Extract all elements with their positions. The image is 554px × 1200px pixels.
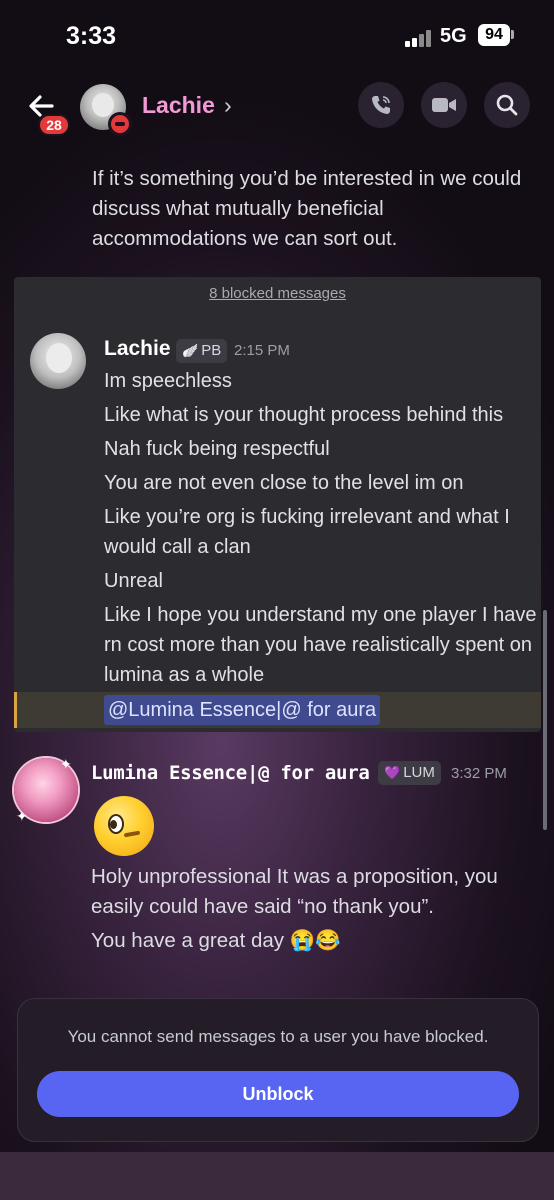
chevron-right-icon[interactable]: ›: [224, 92, 232, 119]
video-call-button[interactable]: [421, 82, 467, 128]
guild-tag[interactable]: 💜 LUM: [378, 761, 441, 785]
blocked-notice-text: You cannot send messages to a user you h…: [67, 1027, 489, 1046]
message-author[interactable]: Lachie: [104, 337, 171, 361]
video-icon: [432, 98, 456, 112]
avatar[interactable]: [30, 333, 86, 389]
scrollbar-thumb[interactable]: [543, 610, 547, 830]
chat-title[interactable]: Lachie: [142, 92, 215, 119]
sparkle-icon: ✦: [60, 756, 72, 772]
message-timestamp: 3:32 PM: [451, 765, 507, 782]
message-line: Holy unprofessional It was a proposition…: [91, 865, 498, 918]
message-line: Nah fuck being respectful: [104, 438, 330, 460]
battery-tip: [511, 30, 514, 39]
chat-header: 28 Lachie ›: [0, 72, 554, 142]
user-mention[interactable]: @Lumina Essence|@ for aura: [104, 695, 381, 725]
bottom-bar: [0, 1152, 554, 1200]
network-type: 5G: [440, 25, 467, 47]
guild-tag[interactable]: 🪽 PB: [176, 339, 228, 363]
blocked-notice-panel: You cannot send messages to a user you h…: [17, 998, 539, 1142]
guild-tag-label: PB: [201, 342, 222, 359]
heart-icon: 💜: [384, 765, 401, 780]
cellular-signal-icon: [405, 29, 435, 47]
status-time: 3:33: [66, 22, 117, 50]
message-line: Unreal: [104, 570, 163, 592]
blocked-messages-link[interactable]: 8 blocked messages: [14, 285, 541, 302]
side-eye-emoji-icon: [94, 796, 154, 856]
message-lines: Holy unprofessional It was a proposition…: [91, 862, 531, 960]
voice-call-button[interactable]: [358, 82, 404, 128]
message-line: Like you’re org is fucking irrelevant an…: [104, 506, 510, 558]
message-line: Like I hope you understand my one player…: [104, 604, 537, 686]
blocked-messages-group: 8 blocked messages Lachie 🪽 PB 2:15 PM Im…: [14, 277, 541, 732]
wing-icon: 🪽: [182, 343, 199, 358]
phone-icon: [372, 96, 390, 114]
mention-highlight-row: @Lumina Essence|@ for aura: [14, 692, 541, 728]
sparkle-icon: ✦: [16, 808, 28, 824]
message-line: You are not even close to the level im o…: [104, 472, 464, 494]
unblock-button[interactable]: Unblock: [37, 1071, 519, 1117]
search-icon: [496, 94, 518, 116]
message-line: You have a great day 😭😂: [91, 929, 341, 952]
message-line: Im speechless: [104, 370, 232, 392]
guild-tag-label: LUM: [403, 764, 435, 781]
message-lines: Im speechless Like what is your thought …: [104, 366, 540, 694]
message-line: Like what is your thought process behind…: [104, 404, 504, 426]
battery-icon: 94: [478, 24, 510, 46]
message-text: If it’s something you’d be interested in…: [92, 167, 522, 250]
search-button[interactable]: [484, 82, 530, 128]
message-author[interactable]: Lumina Essence|@ for aura: [91, 762, 370, 784]
message-timestamp: 2:15 PM: [234, 342, 290, 359]
unread-badge: 28: [38, 114, 70, 136]
dnd-status-icon: [108, 112, 132, 136]
status-bar: 3:33 5G 94: [0, 0, 554, 72]
